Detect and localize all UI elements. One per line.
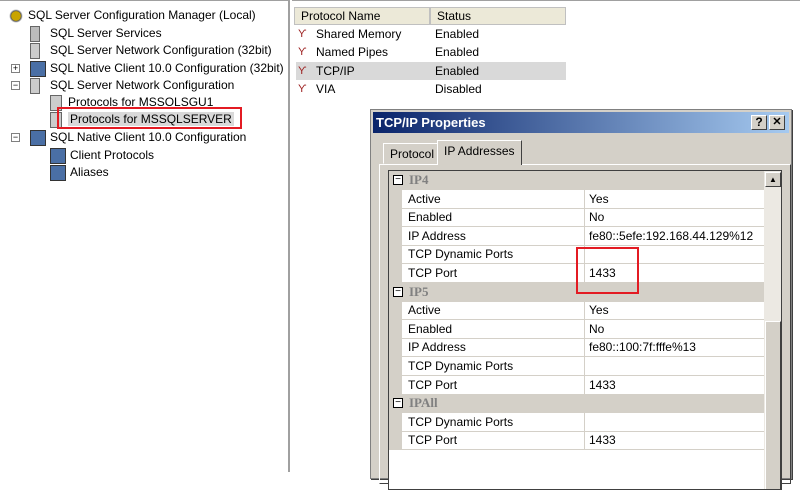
property-name: IP Address (408, 228, 466, 243)
tree-root[interactable]: SQL Server Configuration Manager (Local) (8, 6, 256, 24)
collapse-icon[interactable]: − (393, 398, 403, 409)
property-name: Enabled (408, 321, 453, 336)
tcpip-properties-dialog: TCP/IP Properties ? ✕ Protocol IP Addres… (370, 109, 792, 490)
property-grid: − IP4 Active Yes Enabled No IP Address fe80::5e… (388, 170, 782, 490)
tree-item-client-protocols[interactable]: Client Protocols (50, 146, 154, 164)
row-margin (389, 189, 402, 209)
property-name: TCP Dynamic Ports (408, 414, 514, 429)
property-value[interactable]: fe80::5efe:192.168.44.129%12 (584, 226, 764, 245)
row-margin (389, 375, 402, 395)
property-row[interactable]: Active Yes (389, 301, 764, 321)
highlight-box (57, 107, 242, 129)
row-margin (389, 319, 402, 339)
tab-ip-addresses[interactable]: IP Addresses (437, 140, 522, 165)
property-name: TCP Port (408, 266, 458, 280)
category-ip4[interactable]: − IP4 (389, 171, 764, 190)
property-value[interactable]: Yes (584, 301, 764, 320)
property-name: IP Address (408, 340, 466, 355)
property-name: Active (408, 191, 441, 206)
collapse-icon[interactable]: − (393, 286, 403, 297)
server-network-icon (30, 77, 40, 94)
category-label: IP5 (409, 283, 429, 299)
tree-item-native-client[interactable]: SQL Native Client 10.0 Configuration (30, 128, 246, 146)
tree-pane: SQL Server Configuration Manager (Local)… (0, 0, 290, 472)
collapse-icon[interactable]: − (393, 175, 403, 185)
tree-item-network-config-32[interactable]: SQL Server Network Configuration (32bit) (30, 41, 272, 59)
dialog-title-bar[interactable]: TCP/IP Properties ? ✕ (373, 112, 789, 133)
property-value[interactable]: Yes (584, 189, 764, 208)
client-protocols-icon (50, 147, 66, 164)
tree-item-aliases[interactable]: Aliases (50, 163, 109, 181)
help-button[interactable]: ? (751, 115, 767, 130)
category-label: IP4 (409, 172, 429, 187)
server-network-icon (30, 42, 40, 59)
config-manager-icon (8, 7, 24, 24)
property-value[interactable]: 1433 (584, 375, 764, 394)
property-name: TCP Port (408, 433, 458, 448)
tree-item-network-config[interactable]: SQL Server Network Configuration (30, 76, 234, 94)
collapse-icon[interactable]: − (11, 81, 20, 90)
protocol-icon: ϒ (298, 28, 307, 40)
category-label: IPAll (409, 395, 438, 411)
server-icon (30, 25, 40, 42)
tree-item-native-client-32[interactable]: SQL Native Client 10.0 Configuration (32… (30, 59, 284, 77)
property-value[interactable]: No (584, 208, 764, 227)
property-value[interactable] (584, 412, 764, 431)
row-margin (389, 301, 402, 321)
property-name: TCP Dynamic Ports (408, 359, 514, 373)
expand-icon[interactable]: + (11, 64, 20, 73)
row-margin (389, 412, 402, 432)
property-name: Enabled (408, 210, 453, 225)
collapse-icon[interactable]: − (11, 133, 20, 142)
property-name: TCP Dynamic Ports (408, 247, 514, 262)
category-ipall[interactable]: − IPAll (389, 394, 764, 414)
property-row[interactable]: Enabled No (389, 208, 764, 228)
property-value[interactable]: 1433 (584, 431, 764, 450)
column-header-protocol-name[interactable]: Protocol Name (294, 7, 430, 25)
protocol-icon: ϒ (298, 46, 307, 58)
row-margin (389, 264, 402, 283)
property-row[interactable]: TCP Port 1433 (389, 431, 764, 451)
row-margin (389, 338, 402, 358)
scroll-up-button[interactable]: ▲ (765, 172, 781, 187)
list-row[interactable]: ϒ VIA Disabled (296, 80, 566, 98)
client-icon (30, 129, 46, 146)
property-row[interactable]: Active Yes (389, 189, 764, 209)
list-row[interactable]: ϒ Named Pipes Enabled (296, 43, 566, 61)
property-row[interactable]: TCP Dynamic Ports (389, 412, 764, 432)
aliases-icon (50, 164, 66, 181)
property-row[interactable]: Enabled No (389, 319, 764, 339)
property-name: Active (408, 303, 441, 318)
property-row[interactable]: IP Address fe80::5efe:192.168.44.129%12 (389, 226, 764, 246)
row-margin (389, 357, 402, 376)
property-row[interactable]: IP Address fe80::100:7f:fffe%13 (389, 338, 764, 358)
tree-item-sql-server-services[interactable]: SQL Server Services (30, 24, 162, 42)
column-header-status[interactable]: Status (430, 7, 566, 25)
property-value[interactable]: No (584, 319, 764, 338)
tab-protocol[interactable]: Protocol (383, 143, 442, 164)
protocol-icon: ϒ (298, 65, 307, 77)
property-row[interactable]: TCP Port 1433 (389, 375, 764, 395)
property-value[interactable] (584, 357, 764, 375)
vertical-scrollbar[interactable]: ▲ (764, 171, 781, 489)
highlight-box (576, 247, 639, 294)
row-margin (389, 245, 402, 265)
scroll-thumb[interactable] (765, 321, 781, 489)
row-margin (389, 208, 402, 228)
client-icon (30, 60, 46, 77)
property-value[interactable]: fe80::100:7f:fffe%13 (584, 338, 764, 357)
property-row[interactable]: TCP Dynamic Ports (389, 357, 764, 376)
row-margin (389, 431, 402, 451)
property-name: TCP Port (408, 377, 458, 392)
list-row-selected[interactable]: ϒ TCP/IP Enabled (296, 62, 566, 80)
list-row[interactable]: ϒ Shared Memory Enabled (296, 25, 566, 43)
protocol-icon: ϒ (298, 83, 307, 95)
row-margin (389, 226, 402, 246)
close-button[interactable]: ✕ (769, 115, 785, 130)
